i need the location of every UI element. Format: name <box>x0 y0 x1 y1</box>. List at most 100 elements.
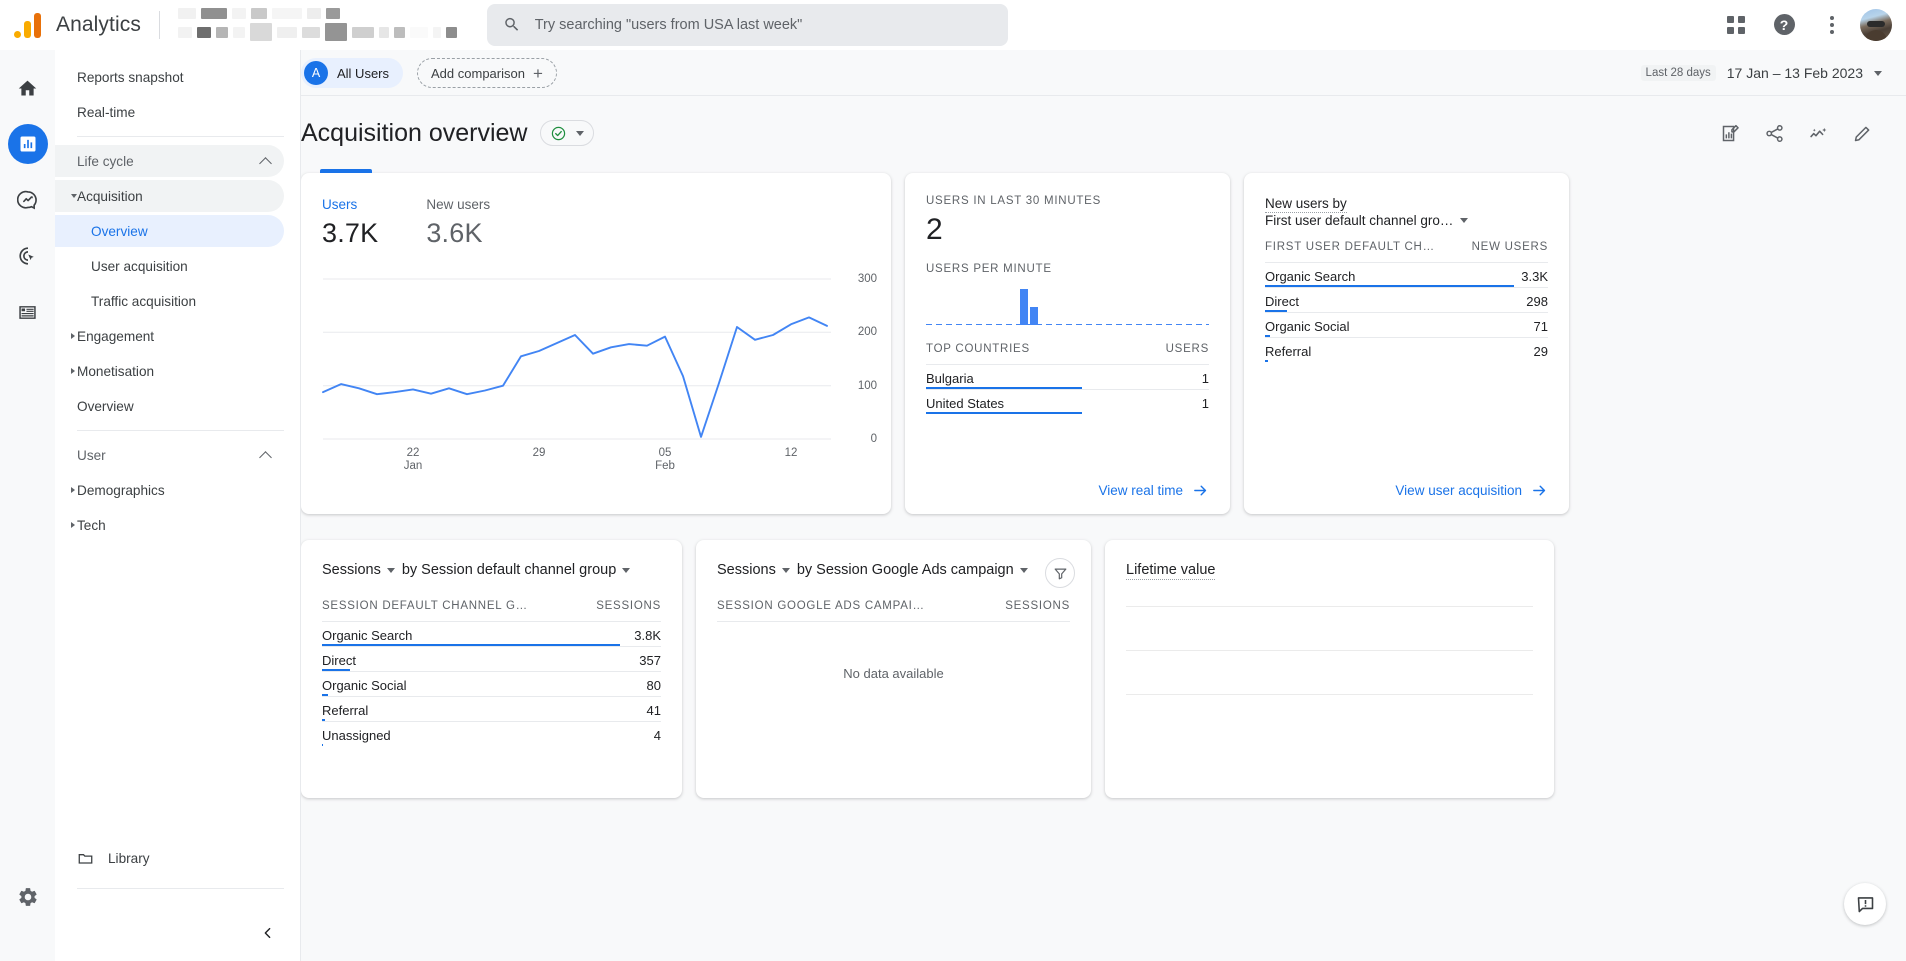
insights-report-icon[interactable] <box>1710 113 1750 153</box>
report-action-buttons <box>1710 113 1882 153</box>
rail-item-configure[interactable] <box>8 292 48 332</box>
sidebar-item-traffic-acquisition[interactable]: Traffic acquisition <box>55 285 284 317</box>
collapse-navigation-button[interactable] <box>252 917 284 949</box>
add-comparison-button[interactable]: Add comparison + <box>417 58 557 88</box>
y-tick-label: 200 <box>857 326 877 339</box>
edit-pencil-icon[interactable] <box>1842 113 1882 153</box>
rail-item-admin-settings[interactable] <box>8 877 48 917</box>
sidebar-item-acquisition[interactable]: Acquisition <box>55 180 284 212</box>
sidebar-item-tech[interactable]: Tech <box>55 509 284 541</box>
users-line-chart[interactable]: 0 100 200 300 22 Jan 29 05 Feb 12 <box>301 271 891 472</box>
sidebar-group-label: User <box>77 447 106 463</box>
search-input[interactable] <box>534 16 992 33</box>
google-apps-icon[interactable] <box>1716 5 1756 45</box>
global-search-bar[interactable] <box>486 3 1008 46</box>
caret-right-icon <box>71 487 75 493</box>
home-icon <box>18 80 37 95</box>
sessions-channel-table: Organic Search 3.8K Direct 357 Organic S… <box>322 621 661 746</box>
row-value: 1 <box>1201 396 1209 411</box>
table-row[interactable]: Referral 29 <box>1265 337 1548 362</box>
table-row[interactable]: Bulgaria 1 <box>926 364 1209 389</box>
sidebar-group-life-cycle[interactable]: Life cycle <box>55 145 284 177</box>
sidebar-item-engagement[interactable]: Engagement <box>55 320 284 352</box>
table-row[interactable]: Organic Search 3.8K <box>322 621 661 646</box>
user-avatar[interactable] <box>1860 8 1892 41</box>
view-real-time-link[interactable]: View real time <box>1098 482 1209 499</box>
detail-cards-row: Sessions by Session default channel grou… <box>301 514 1906 798</box>
x-tick-label: 22 Jan <box>403 447 423 472</box>
metric-selector[interactable]: Sessions <box>322 562 395 578</box>
rail-item-home[interactable] <box>8 68 48 108</box>
table-row[interactable]: United States 1 <box>926 389 1209 414</box>
table-row[interactable]: Unassigned 4 <box>322 721 661 746</box>
more-options-kebab-icon[interactable] <box>1812 5 1852 45</box>
sidebar-item-demographics[interactable]: Demographics <box>55 474 284 506</box>
sidebar-item-overview[interactable]: Overview <box>55 390 284 422</box>
rail-item-advertising[interactable] <box>8 236 48 276</box>
row-bar <box>322 743 324 746</box>
x-tick-label: 12 <box>784 447 798 459</box>
data-quality-badge[interactable] <box>539 120 594 146</box>
segment-chip-all-users[interactable]: A All Users <box>301 58 404 88</box>
table-row[interactable]: Organic Search 3.3K <box>1265 262 1548 287</box>
row-value: 357 <box>639 653 661 668</box>
row-value: 80 <box>646 678 661 693</box>
filter-button[interactable] <box>1045 558 1075 588</box>
segment-avatar: A <box>304 61 328 85</box>
active-tab-indicator <box>320 169 372 173</box>
table-row[interactable]: Organic Social 80 <box>322 671 661 696</box>
sparkle-insights-icon[interactable] <box>1798 113 1838 153</box>
row-label: Organic Search <box>1265 269 1356 284</box>
overview-cards-row: Users 3.7K New users 3.6K 0 100 200 300 22 J… <box>301 153 1906 514</box>
sidebar-item-real-time[interactable]: Real-time <box>55 96 284 128</box>
help-icon[interactable]: ? <box>1764 5 1804 45</box>
row-value: 298 <box>1526 294 1548 309</box>
table-row[interactable]: Direct 298 <box>1265 287 1548 312</box>
date-range-selector[interactable]: Last 28 days 17 Jan – 13 Feb 2023 <box>1640 65 1882 81</box>
sidebar-item-label: Reports snapshot <box>77 69 184 85</box>
sidebar-item-acquisition-overview[interactable]: Overview <box>55 215 284 247</box>
date-range-text: 17 Jan – 13 Feb 2023 <box>1726 65 1863 81</box>
metric-value: 3.6K <box>426 218 483 248</box>
new-users-table: Organic Search 3.3K Direct 298 Organic S… <box>1265 262 1548 362</box>
property-selector-redacted[interactable] <box>177 8 457 41</box>
metric-selector[interactable]: Sessions <box>717 562 790 578</box>
sidebar-item-label: Library <box>108 850 150 866</box>
dimension-selector[interactable]: First user default channel gro… <box>1265 213 1548 228</box>
table-row[interactable]: Direct 357 <box>322 646 661 671</box>
sidebar-item-reports-snapshot[interactable]: Reports snapshot <box>55 61 284 93</box>
top-countries-table: Bulgaria 1 United States 1 <box>926 364 1209 414</box>
y-tick-label: 300 <box>857 273 877 285</box>
chevron-down-icon <box>1019 567 1028 573</box>
rail-item-explore[interactable] <box>8 180 48 220</box>
metric-label: New users <box>426 197 491 212</box>
row-label: Organic Social <box>1265 319 1350 334</box>
metric-tab-new-users[interactable]: New users 3.6K <box>426 197 490 249</box>
dimension-selector[interactable]: by Session default channel group <box>402 562 631 578</box>
metric-tab-users[interactable]: Users 3.7K <box>322 197 378 249</box>
rail-item-reports[interactable] <box>7 124 48 164</box>
sidebar-item-monetisation[interactable]: Monetisation <box>55 355 284 387</box>
share-icon[interactable] <box>1754 113 1794 153</box>
view-user-acquisition-link[interactable]: View user acquisition <box>1395 482 1548 499</box>
metric-label: Sessions <box>717 562 776 578</box>
metric-column-header: NEW USERS <box>1471 241 1548 253</box>
link-label: View real time <box>1098 482 1183 498</box>
sidebar-group-user[interactable]: User <box>55 439 284 471</box>
users-trend-card: Users 3.7K New users 3.6K 0 100 200 300 22 J… <box>301 169 891 514</box>
app-brand-title: Analytics <box>56 12 141 36</box>
sidebar-item-user-acquisition[interactable]: User acquisition <box>55 250 284 282</box>
top-header-bar: Analytics Try searching "users from USA … <box>0 0 1906 50</box>
table-row[interactable]: Referral 41 <box>322 696 661 721</box>
sidebar-item-library[interactable]: Library <box>55 842 300 874</box>
sessions-channel-table-header: SESSION DEFAULT CHANNEL G… SESSIONS <box>322 600 661 621</box>
sidebar-item-label: Acquisition <box>77 188 143 204</box>
chevron-up-icon <box>259 450 272 464</box>
explore-icon <box>16 190 37 210</box>
send-feedback-button[interactable] <box>1844 883 1886 925</box>
row-label: Organic Search <box>322 628 413 643</box>
table-row[interactable]: Organic Social 71 <box>1265 312 1548 337</box>
dimension-selector[interactable]: by Session Google Ads campaign <box>797 562 1028 578</box>
row-label: Bulgaria <box>926 371 974 386</box>
chevron-left-icon <box>264 927 271 939</box>
